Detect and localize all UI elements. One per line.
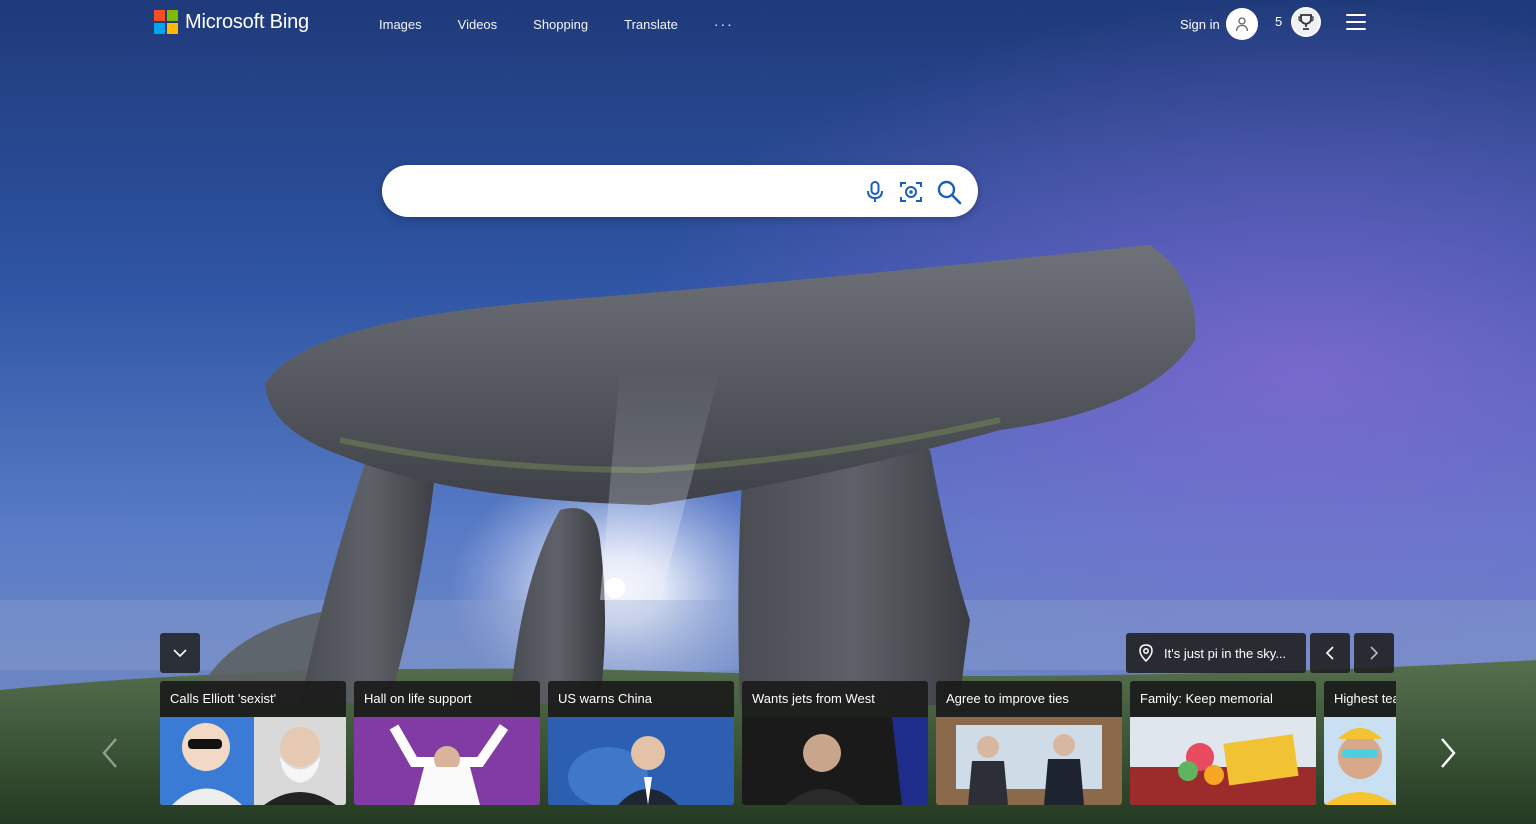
news-card[interactable]: Family: Keep memorial [1130,681,1316,805]
microphone-icon[interactable] [862,179,888,205]
bing-logo[interactable]: Microsoft Bing [154,10,309,34]
logo-square-green [167,10,178,21]
news-card-title: Hall on life support [354,681,540,717]
search-icon[interactable] [936,179,962,205]
next-image-button[interactable] [1354,633,1394,673]
header: Microsoft Bing Images Videos Shopping Tr… [0,0,1536,46]
menu-line [1346,21,1366,23]
carousel-previous-button[interactable] [98,735,122,771]
news-card[interactable]: US warns China [548,681,734,805]
news-card-title: Family: Keep memorial [1130,681,1316,717]
news-card-image [354,717,540,805]
rewards-count: 5 [1275,14,1283,29]
chevron-down-icon [173,649,187,658]
logo-square-yellow [167,23,178,34]
news-card[interactable]: Wants jets from West [742,681,928,805]
collapse-feed-button[interactable] [160,633,200,673]
search-input[interactable] [398,178,848,204]
microsoft-logo-icon [154,10,178,34]
avatar-icon [1225,8,1258,40]
location-pin-icon [1139,644,1153,662]
logo-text: Microsoft Bing [185,10,309,33]
news-card-image [936,717,1122,805]
news-card-image [548,717,734,805]
nav-translate[interactable]: Translate [624,17,678,32]
nav-more-button[interactable]: ··· [714,16,734,32]
nav-videos[interactable]: Videos [458,17,498,32]
news-card-image [1324,717,1396,805]
news-carousel: Calls Elliott 'sexist' Hall on life supp… [160,681,1396,805]
sign-in-button[interactable]: Sign in [1180,8,1258,40]
previous-image-button[interactable] [1310,633,1350,673]
news-card-image [742,717,928,805]
news-card-image [160,717,346,805]
hamburger-menu-icon[interactable] [1346,14,1366,30]
image-info-button[interactable]: It's just pi in the sky... [1126,633,1306,673]
chevron-left-icon [1325,646,1334,660]
news-card[interactable]: Highest tea [1324,681,1396,805]
search-box [382,165,978,217]
menu-line [1346,28,1366,30]
rewards-trophy-icon[interactable] [1291,7,1321,37]
news-card[interactable]: Hall on life support [354,681,540,805]
news-card-title: US warns China [548,681,734,717]
news-card[interactable]: Agree to improve ties [936,681,1122,805]
carousel-next-button[interactable] [1436,735,1460,771]
logo-square-red [154,10,165,21]
news-card-image [1130,717,1316,805]
top-nav: Images Videos Shopping Translate ··· [379,16,734,32]
news-card-title: Wants jets from West [742,681,928,717]
nav-shopping[interactable]: Shopping [533,17,588,32]
nav-images[interactable]: Images [379,17,422,32]
news-card-title: Highest tea [1324,681,1396,717]
news-card[interactable]: Calls Elliott 'sexist' [160,681,346,805]
news-card-title: Agree to improve ties [936,681,1122,717]
sign-in-label: Sign in [1180,16,1220,32]
visual-search-icon[interactable] [898,179,924,205]
news-card-title: Calls Elliott 'sexist' [160,681,346,717]
image-info-label: It's just pi in the sky... [1164,645,1287,661]
chevron-right-icon [1370,646,1379,660]
logo-square-blue [154,23,165,34]
menu-line [1346,14,1366,16]
